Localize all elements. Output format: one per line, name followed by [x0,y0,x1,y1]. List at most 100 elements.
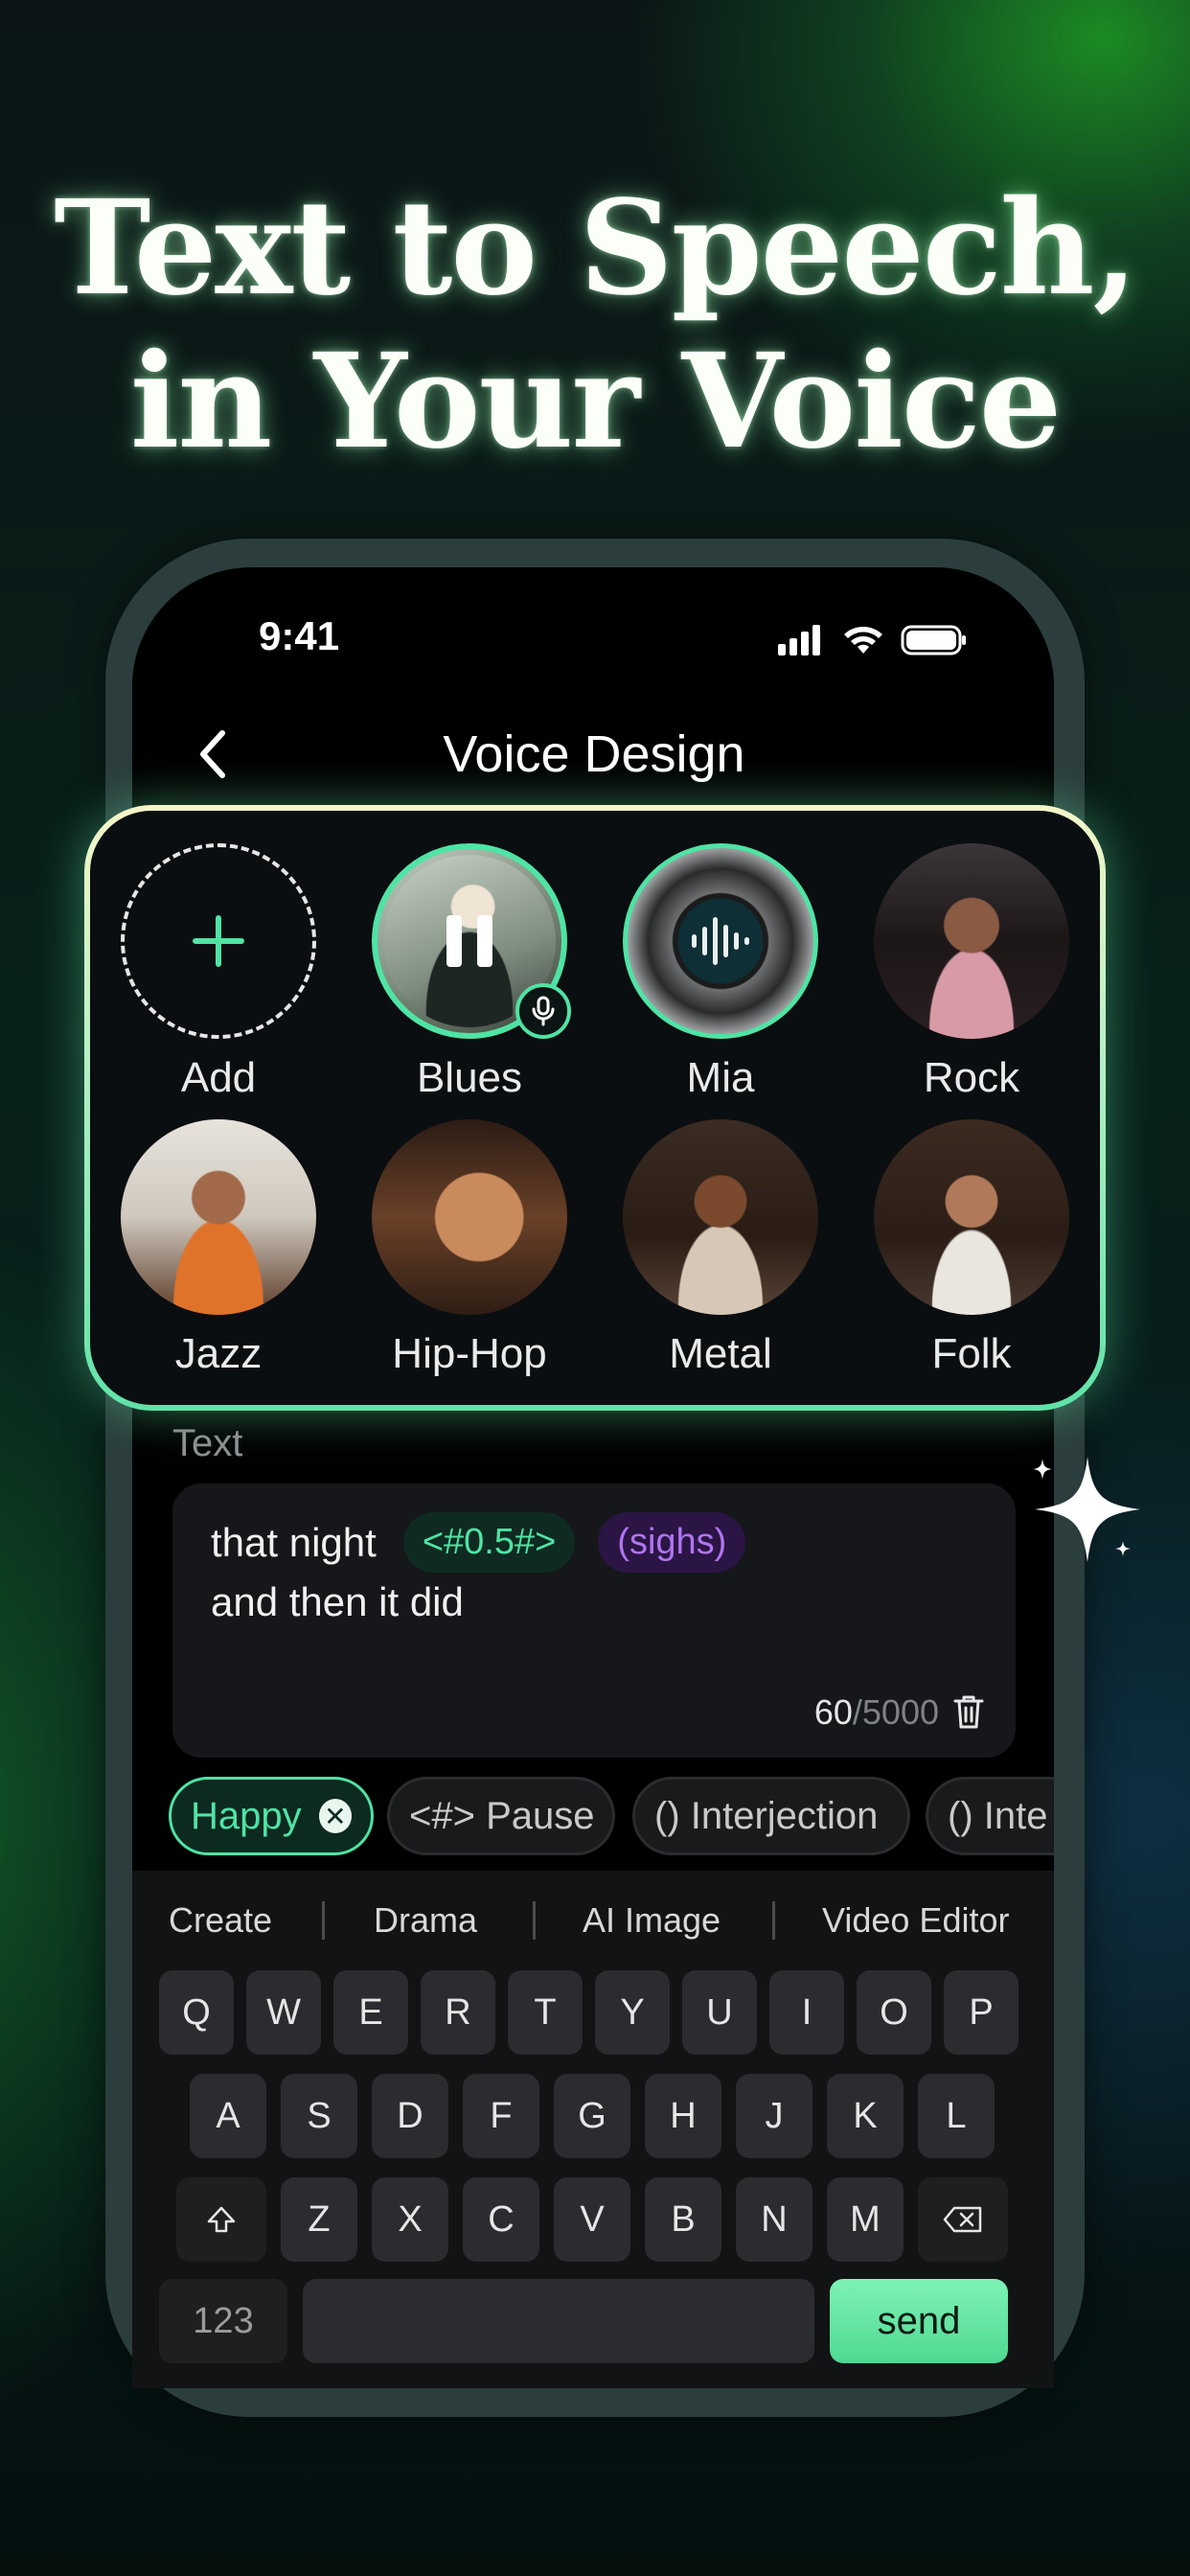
text-line-1: that night [211,1519,377,1565]
mic-badge [515,983,571,1039]
wifi-icon [844,627,882,654]
key-v[interactable]: V [554,2177,630,2262]
tag-interjection-2[interactable]: () Inte [926,1777,1054,1855]
plus-icon [193,915,244,967]
suggestion-divider [533,1901,536,1940]
key-n[interactable]: N [736,2177,812,2262]
backspace-key[interactable] [918,2177,1008,2262]
key-q[interactable]: Q [159,1970,234,2055]
voice-avatar-rock[interactable] [874,843,1069,1039]
pause-icon [446,915,492,967]
shift-key[interactable] [176,2177,266,2262]
numbers-key[interactable]: 123 [159,2279,287,2363]
suggestion-item[interactable]: Drama [374,1900,477,1941]
key-l[interactable]: L [918,2074,995,2158]
voice-item-rock[interactable]: Rock [866,843,1077,1102]
suggestion-item[interactable]: Video Editor [822,1900,1009,1941]
key-e[interactable]: E [333,1970,408,2055]
text-input-area[interactable]: that night <#0.5#> (sighs) and then it d… [172,1484,1016,1758]
char-count-max: /5000 [852,1692,939,1732]
pause-tag-chip[interactable]: <#0.5#> [402,1512,576,1573]
key-u[interactable]: U [682,1970,757,2055]
key-b[interactable]: B [645,2177,721,2262]
voice-item-add[interactable]: Add [113,843,324,1102]
key-o[interactable]: O [857,1970,931,2055]
chevron-left-icon [200,730,225,778]
voice-avatar-hip-hop[interactable] [372,1119,567,1315]
voice-name: Jazz [174,1330,263,1377]
text-section-label: Text [172,1422,243,1464]
space-key[interactable] [303,2279,814,2363]
tag-label: Happy [191,1794,302,1837]
voice-item-jazz[interactable]: Jazz [113,1119,324,1378]
mic-icon [532,996,555,1026]
voice-name: Mia [686,1054,755,1101]
voice-name: Blues [416,1054,523,1101]
voice-avatar-jazz[interactable] [121,1119,316,1315]
voice-name: Folk [931,1330,1012,1377]
waveform-icon [692,917,749,965]
char-counter: 60/5000 [814,1692,939,1733]
tag-label: () Interjection [654,1794,879,1837]
voice-name: Rock [923,1054,1020,1101]
tag-pause[interactable]: <#> Pause [387,1777,615,1855]
add-voice-button[interactable] [121,843,316,1039]
signal-icon [778,621,826,656]
headline-line-2: in Your Voice [129,325,1063,478]
page-title: Voice Design [443,725,745,783]
tag-row: Happy ✕ <#> Pause () Interjection () Int… [132,1763,1054,1869]
status-icons [778,621,970,659]
text-line-2: and then it did [211,1579,464,1624]
key-z[interactable]: Z [281,2177,357,2262]
shift-icon [207,2206,236,2233]
tag-label: () Inte [948,1794,1048,1837]
key-y[interactable]: Y [595,1970,670,2055]
key-g[interactable]: G [554,2074,630,2158]
key-t[interactable]: T [508,1970,583,2055]
voice-avatar-mia[interactable] [623,843,818,1039]
key-f[interactable]: F [463,2074,539,2158]
voice-item-folk[interactable]: Folk [866,1119,1077,1378]
voice-name: Hip-Hop [392,1330,547,1377]
voice-item-mia[interactable]: Mia [615,843,826,1102]
voice-name: Metal [669,1330,772,1377]
sigh-tag-chip[interactable]: (sighs) [598,1512,746,1573]
suggestion-item[interactable]: AI Image [583,1900,721,1941]
key-a[interactable]: A [190,2074,266,2158]
tag-happy[interactable]: Happy ✕ [169,1777,374,1855]
status-time: 9:41 [259,613,340,658]
key-w[interactable]: W [246,1970,321,2055]
voice-avatar-folk[interactable] [874,1119,1069,1315]
back-button[interactable] [188,721,236,788]
voice-item-blues[interactable]: Blues [364,843,575,1102]
voice-item-metal[interactable]: Metal [615,1119,826,1378]
battery-icon [901,625,966,656]
suggestion-divider [772,1901,775,1940]
key-r[interactable]: R [421,1970,495,2055]
close-icon[interactable]: ✕ [318,1799,352,1833]
key-x[interactable]: X [372,2177,448,2262]
suggestion-divider [322,1901,325,1940]
send-button[interactable]: send [830,2279,1008,2363]
key-k[interactable]: K [827,2074,904,2158]
sparkle-icon [1033,1457,1140,1562]
trash-icon[interactable] [952,1692,985,1731]
char-count-current: 60 [813,1692,853,1732]
headline-line-1: Text to Speech, [54,172,1138,325]
key-p[interactable]: P [944,1970,1018,2055]
key-d[interactable]: D [372,2074,448,2158]
key-h[interactable]: H [645,2074,721,2158]
key-c[interactable]: C [463,2177,539,2262]
voice-avatar-metal[interactable] [623,1119,818,1315]
suggestion-item[interactable]: Create [169,1900,272,1941]
voice-item-hip-hop[interactable]: Hip-Hop [364,1119,575,1378]
backspace-icon [943,2206,982,2233]
key-i[interactable]: I [769,1970,844,2055]
tag-interjection[interactable]: () Interjection [632,1777,910,1855]
voice-avatar-blues[interactable] [372,843,571,1039]
key-j[interactable]: J [736,2074,812,2158]
tag-label: <#> Pause [409,1794,595,1837]
voice-name: Add [180,1054,257,1101]
key-m[interactable]: M [827,2177,904,2262]
key-s[interactable]: S [281,2074,357,2158]
